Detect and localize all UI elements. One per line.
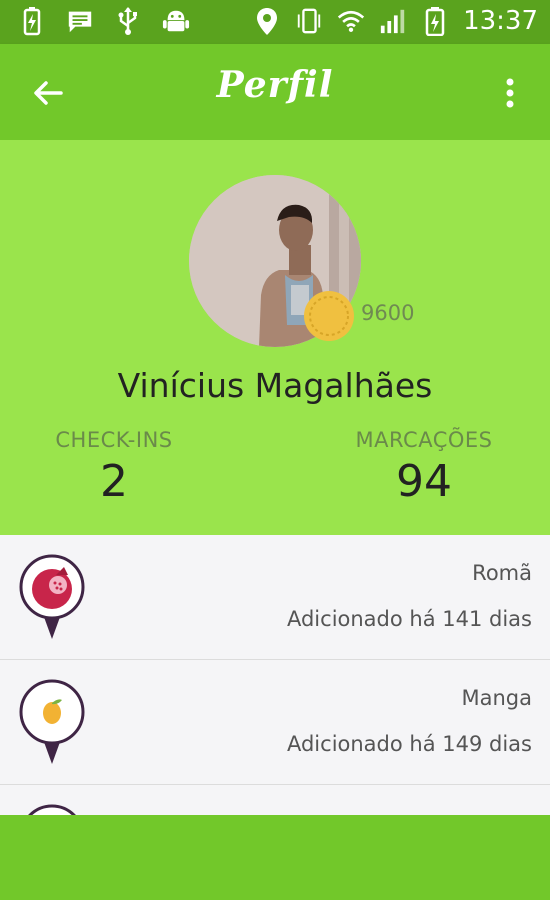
stat-marcacoes-label: MARCAÇÕES: [355, 428, 493, 452]
location-icon: [257, 8, 278, 35]
wifi-icon: [337, 10, 365, 32]
item-name: Manga: [461, 686, 533, 710]
user-name: Vinícius Magalhães: [117, 366, 433, 405]
stat-marcacoes[interactable]: MARCAÇÕES 94: [324, 428, 524, 507]
page-title: Perfil: [216, 64, 334, 106]
battery-icon: [425, 7, 445, 36]
stat-checkins[interactable]: CHECK-INS 2: [14, 428, 214, 507]
coin-balance: 9600: [361, 301, 415, 325]
list-item[interactable]: Manga Adicionado há 149 dias: [0, 660, 550, 785]
stat-marcacoes-value: 94: [396, 456, 452, 507]
item-list[interactable]: Romã Adicionado há 141 dias Manga Adicio…: [0, 535, 550, 815]
android-debug-icon: [162, 10, 190, 32]
list-item[interactable]: [0, 785, 550, 815]
item-added-date: Adicionado há 141 dias: [286, 607, 532, 631]
fruit-pin-icon: [28, 804, 76, 815]
stat-checkins-label: CHECK-INS: [55, 428, 173, 452]
profile-header: 9600 Vinícius Magalhães CHECK-INS 2 MARC…: [0, 140, 550, 535]
item-name: Romã: [472, 561, 532, 585]
status-time: 13:37: [463, 6, 538, 36]
mango-icon: [19, 679, 85, 764]
bottom-bar: [0, 815, 550, 900]
status-bar: 13:37: [0, 0, 550, 44]
app-bar: Perfil: [0, 44, 550, 140]
overflow-menu-button[interactable]: [488, 70, 532, 116]
usb-icon: [118, 7, 137, 35]
battery-charging-icon: [23, 7, 41, 36]
coin-icon: [304, 291, 354, 341]
vibrate-icon: [297, 8, 321, 34]
stat-checkins-value: 2: [100, 456, 128, 507]
pomegranate-icon: [19, 554, 85, 639]
message-icon: [68, 11, 92, 33]
list-item[interactable]: Romã Adicionado há 141 dias: [0, 535, 550, 660]
item-added-date: Adicionado há 149 dias: [286, 732, 532, 756]
signal-icon: [380, 9, 405, 34]
more-vert-icon: [506, 78, 514, 108]
